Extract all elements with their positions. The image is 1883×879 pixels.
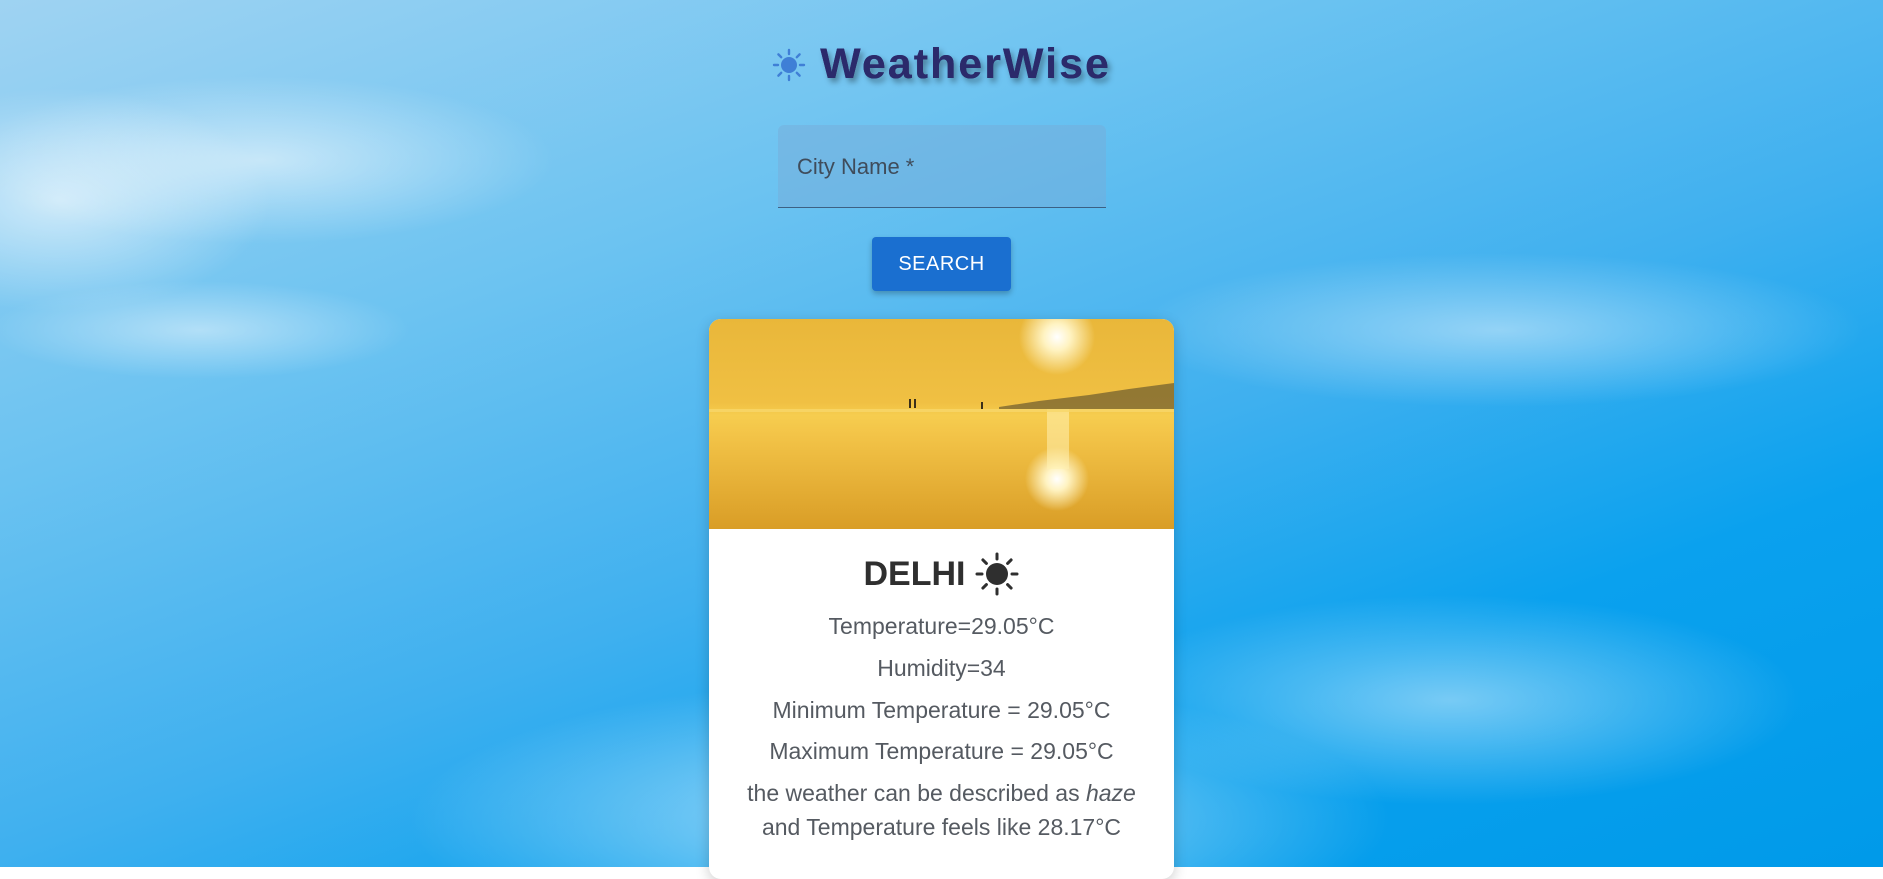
- app-header: WeatherWise: [0, 40, 1883, 89]
- weather-card: DELHI Temperature=29.05°C Humidity=34 Mi…: [709, 319, 1174, 879]
- sunset-beach-image: [709, 319, 1174, 529]
- search-button[interactable]: SEARCH: [872, 237, 1011, 291]
- city-name-field[interactable]: [778, 125, 1106, 208]
- description-prefix: the weather can be described as: [747, 780, 1086, 806]
- city-name: DELHI: [863, 554, 966, 593]
- description-value: haze: [1085, 780, 1136, 806]
- min-temperature-text: Minimum Temperature = 29.05°C: [772, 697, 1111, 723]
- card-title-row: DELHI: [709, 551, 1174, 597]
- max-temperature-text: Maximum Temperature = 29.05°C: [769, 738, 1114, 764]
- sun-icon: [975, 552, 1018, 596]
- app-title: WeatherWise: [820, 40, 1111, 88]
- feels-like-text: and Temperature feels like 28.17°C: [761, 814, 1122, 840]
- sun-icon: [772, 48, 806, 81]
- city-name-input[interactable]: [795, 147, 1089, 187]
- weather-description: the weather can be described as haze: [709, 776, 1174, 810]
- humidity-text: Humidity=34: [877, 655, 1006, 681]
- temperature-text: Temperature=29.05°C: [828, 613, 1055, 639]
